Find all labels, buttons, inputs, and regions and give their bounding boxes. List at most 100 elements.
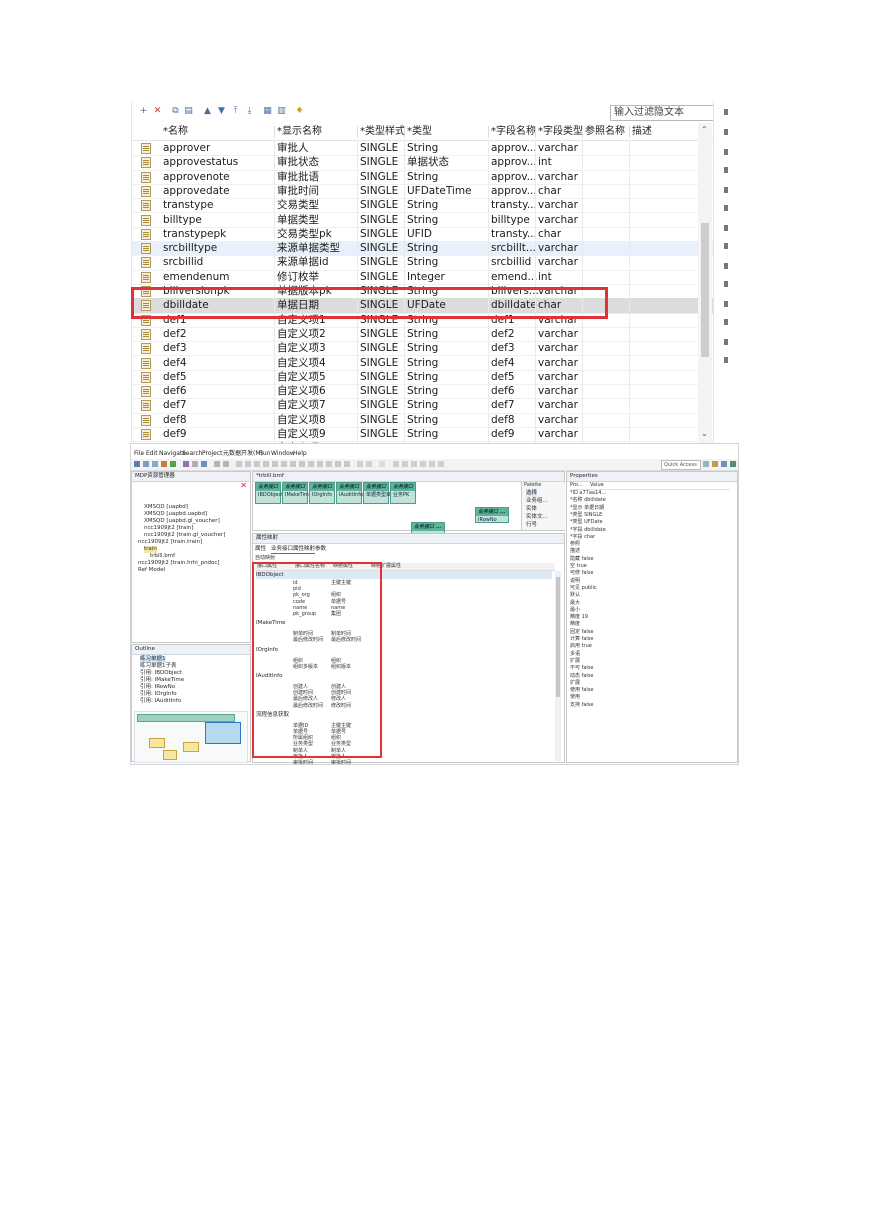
quick-access-input[interactable]: Quick Access xyxy=(661,460,701,470)
copy-icon[interactable]: ⧉ xyxy=(170,106,181,117)
property-row[interactable]: 扩展 xyxy=(570,658,580,665)
table-row[interactable]: approvestatus 审批状态 SINGLE 单据状态 approv... int xyxy=(132,155,716,171)
outline-item[interactable]: 引用: IOrgInfo xyxy=(140,691,177,698)
property-row[interactable]: 描述 xyxy=(570,548,580,555)
table-row[interactable]: approver 审批人 SINGLE String approv... varchar xyxy=(132,141,716,157)
column-header-field-type[interactable]: *字段类型 xyxy=(538,123,583,140)
explorer-title[interactable]: MDP资源管理器 xyxy=(132,472,250,482)
save-icon[interactable] xyxy=(143,461,149,467)
explorer-tree-item[interactable]: Ref Model xyxy=(138,567,165,574)
move-down-icon[interactable]: ▼ xyxy=(216,106,227,117)
property-row[interactable]: 精度 xyxy=(570,621,580,628)
outline-item[interactable]: 引用: IMakeTime xyxy=(140,677,184,684)
toolbar-icon[interactable] xyxy=(335,461,341,467)
outline-item[interactable]: 引用: IBDObject xyxy=(140,670,182,677)
auto-map-button[interactable]: 自动映射 xyxy=(255,554,275,562)
run-icon[interactable] xyxy=(170,461,176,467)
toolbar-icon[interactable] xyxy=(236,461,242,467)
outline-item[interactable]: 引用: IRowNo xyxy=(140,684,175,691)
menu-run[interactable]: Run xyxy=(259,449,271,458)
perspective-icon[interactable] xyxy=(730,461,736,467)
move-top-icon[interactable]: ⤒ xyxy=(230,106,241,117)
table-row[interactable]: def9 自定义项9 SINGLE String def9 varchar xyxy=(132,427,716,443)
table-row[interactable]: def7 自定义项7 SINGLE String def7 varchar xyxy=(132,398,716,414)
palette-item[interactable]: 选择 xyxy=(526,490,538,497)
explorer-tree-item[interactable]: ncc1909jt2 [train] xyxy=(144,525,194,532)
property-row[interactable]: *类型 UFDate xyxy=(570,519,603,526)
delete-attribute-icon[interactable]: ✕ xyxy=(152,106,163,117)
nav-back-icon[interactable] xyxy=(214,461,220,467)
palette-item[interactable]: 行号 xyxy=(526,522,537,529)
table-row[interactable]: billtype 单据类型 SINGLE String billtype varchar xyxy=(132,212,716,228)
toolbar-icon[interactable] xyxy=(290,461,296,467)
table-vertical-scrollbar[interactable]: ⌃ ⌄ xyxy=(698,123,712,443)
toolbar-icon[interactable] xyxy=(326,461,332,467)
new-icon[interactable] xyxy=(134,461,140,467)
outline-item[interactable]: 引用: IAuditInfo xyxy=(140,698,181,705)
property-row[interactable]: 多语 xyxy=(570,651,580,658)
tab-interface-mapping[interactable]: 业务接口属性映射 xyxy=(271,545,316,554)
toolbar-icon[interactable] xyxy=(357,461,363,467)
toolbar-icon[interactable] xyxy=(254,461,260,467)
table-row[interactable]: approvenote 审批批语 SINGLE String approv... varc… xyxy=(132,169,716,185)
menu-file[interactable]: File xyxy=(134,449,144,458)
toolbar-icon[interactable] xyxy=(344,461,350,467)
menu-project[interactable]: Project xyxy=(202,449,223,458)
interface-entity[interactable]: 业务接口 ...业务PK xyxy=(390,482,416,504)
explorer-tree-item[interactable]: train xyxy=(144,546,157,553)
toolbar-icon[interactable] xyxy=(438,461,444,467)
mapping-target[interactable]: 审批时间 xyxy=(331,760,351,764)
grid-view-icon[interactable]: ▦ xyxy=(262,106,273,117)
table-row[interactable]: approvedate 审批时间 SINGLE UFDateTime approv...… xyxy=(132,183,716,200)
editor-tab[interactable]: *trbill.bmf xyxy=(253,472,564,482)
search-icon[interactable] xyxy=(201,461,207,467)
toolbar-icon[interactable] xyxy=(263,461,269,467)
interface-entity[interactable]: 业务接口 ...IMakeTime xyxy=(282,482,312,504)
property-row[interactable]: 动态 false xyxy=(570,673,593,680)
column-header-type-style[interactable]: *类型样式 xyxy=(360,123,405,140)
palette-title[interactable]: Palette xyxy=(524,482,541,489)
toolbar-icon[interactable] xyxy=(272,461,278,467)
table-row[interactable]: srcbilltype 来源单据类型 SINGLE String srcbillt...… xyxy=(132,241,716,257)
table-row[interactable]: def5 自定义项5 SINGLE String def5 varchar xyxy=(132,369,716,386)
property-row[interactable]: 默认 xyxy=(570,592,580,599)
table-row[interactable]: def2 自定义项2 SINGLE String def2 varchar xyxy=(132,326,716,343)
property-row[interactable]: *字段 dbilldate xyxy=(570,527,606,534)
toolbar-icon[interactable] xyxy=(411,461,417,467)
property-row[interactable]: *字段 char xyxy=(570,534,595,541)
column-header-description[interactable]: 描述 xyxy=(632,123,652,140)
tab-attributes[interactable]: 属性 xyxy=(255,545,266,553)
property-row[interactable]: 说明 xyxy=(570,578,580,585)
mapping-title[interactable]: 属性映射 xyxy=(253,534,564,544)
explorer-tree-item[interactable]: XMSQD [uapbd] xyxy=(144,504,188,511)
interface-entity[interactable]: 业务接口 ... IRowNo xyxy=(475,507,509,523)
outline-title[interactable]: Outline xyxy=(132,645,250,655)
property-row[interactable]: 支持 false xyxy=(570,702,593,709)
table-row[interactable]: def8 自定义项8 SINGLE String def8 varchar xyxy=(132,412,716,428)
move-bottom-icon[interactable]: ⤓ xyxy=(244,106,255,117)
menu-window[interactable]: Window xyxy=(271,449,295,458)
property-row[interactable]: 扩展 xyxy=(570,680,580,687)
toolbar-icon[interactable] xyxy=(420,461,426,467)
table-row[interactable]: transtypepk 交易类型pk SINGLE UFID transty... cha… xyxy=(132,226,716,243)
interface-entity[interactable]: 业务接口 ...IAuditInfo xyxy=(336,482,363,504)
column-header-name[interactable]: *名称 xyxy=(163,123,188,140)
interface-entity[interactable]: 业务接口 ...IOrgInfo xyxy=(309,482,335,504)
table-row[interactable]: def3 自定义项3 SINGLE String def3 varchar xyxy=(132,341,716,357)
toolbar-icon[interactable] xyxy=(402,461,408,467)
menu-help[interactable]: Help xyxy=(293,449,307,458)
toolbar-icon[interactable] xyxy=(393,461,399,467)
property-row[interactable]: 不可 false xyxy=(570,665,593,672)
column-header-type[interactable]: *类型 xyxy=(407,123,432,140)
add-attribute-icon[interactable]: + xyxy=(138,106,149,117)
toolbar-icon[interactable] xyxy=(308,461,314,467)
toolbar-icon[interactable] xyxy=(317,461,323,467)
columns-icon[interactable]: ▥ xyxy=(276,106,287,117)
property-row[interactable]: 可修 false xyxy=(570,570,593,577)
scroll-down-icon[interactable]: ⌄ xyxy=(701,429,708,438)
menu-edit[interactable]: Edit xyxy=(146,449,158,458)
perspective-icon[interactable] xyxy=(712,461,718,467)
explorer-tree-item[interactable]: ncc1909jt2 [train.hrhi_pndoc] xyxy=(138,560,220,567)
scrollbar-thumb[interactable] xyxy=(701,223,709,357)
palette-item[interactable]: 业务组... xyxy=(526,498,548,505)
